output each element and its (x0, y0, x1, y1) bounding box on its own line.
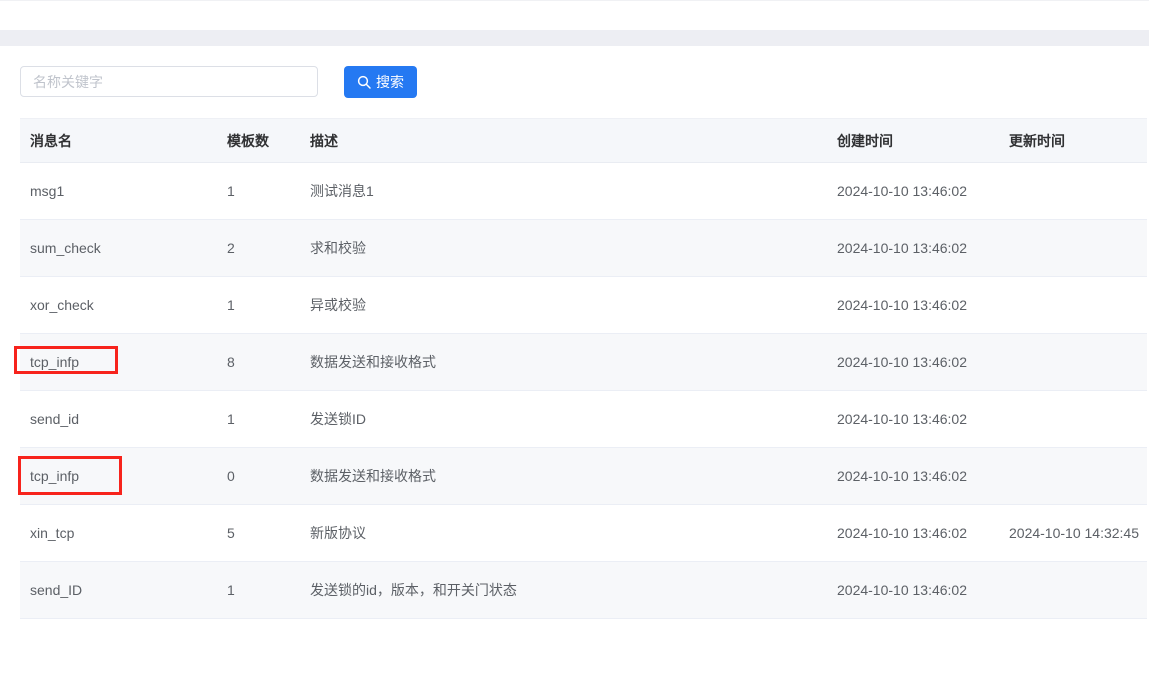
cell-name: tcp_infp (20, 468, 217, 484)
cell-created: 2024-10-10 13:46:02 (827, 354, 999, 370)
cell-name: send_ID (20, 582, 217, 598)
table-row[interactable]: tcp_infp8数据发送和接收格式2024-10-10 13:46:02 (20, 334, 1147, 391)
cell-desc: 测试消息1 (300, 181, 827, 201)
cell-desc: 新版协议 (300, 523, 827, 543)
cell-created: 2024-10-10 13:46:02 (827, 411, 999, 427)
table-row[interactable]: xin_tcp5新版协议2024-10-10 13:46:022024-10-1… (20, 505, 1147, 562)
search-input[interactable] (20, 66, 318, 97)
cell-desc: 异或校验 (300, 295, 827, 315)
cell-name: xin_tcp (20, 525, 217, 541)
message-table: 消息名模板数描述创建时间更新时间 msg11测试消息12024-10-10 13… (20, 118, 1147, 619)
column-header-name: 消息名 (20, 131, 217, 151)
cell-desc: 数据发送和接收格式 (300, 466, 827, 486)
cell-count: 0 (217, 468, 300, 484)
cell-created: 2024-10-10 13:46:02 (827, 525, 999, 541)
cell-count: 1 (217, 411, 300, 427)
cell-count: 1 (217, 297, 300, 313)
table-body: msg11测试消息12024-10-10 13:46:02sum_check2求… (20, 163, 1147, 619)
cell-count: 1 (217, 183, 300, 199)
cell-name: xor_check (20, 297, 217, 313)
column-header-updated: 更新时间 (999, 131, 1147, 151)
cell-name: tcp_infp (20, 354, 217, 370)
cell-count: 5 (217, 525, 300, 541)
cell-count: 8 (217, 354, 300, 370)
cell-desc: 发送锁的id，版本，和开关门状态 (300, 580, 827, 600)
page: 搜索 消息名模板数描述创建时间更新时间 msg11测试消息12024-10-10… (0, 0, 1149, 685)
cell-desc: 数据发送和接收格式 (300, 352, 827, 372)
cell-updated: 2024-10-10 14:32:45 (999, 525, 1147, 541)
table-row[interactable]: xor_check1异或校验2024-10-10 13:46:02 (20, 277, 1147, 334)
top-divider (0, 0, 1149, 1)
table-row[interactable]: sum_check2求和校验2024-10-10 13:46:02 (20, 220, 1147, 277)
cell-created: 2024-10-10 13:46:02 (827, 240, 999, 256)
cell-created: 2024-10-10 13:46:02 (827, 183, 999, 199)
magnifier-icon (357, 75, 371, 89)
column-header-created: 创建时间 (827, 131, 999, 151)
cell-name: send_id (20, 411, 217, 427)
cell-name: msg1 (20, 183, 217, 199)
table-row[interactable]: send_id1发送锁ID2024-10-10 13:46:02 (20, 391, 1147, 448)
cell-created: 2024-10-10 13:46:02 (827, 582, 999, 598)
table-header: 消息名模板数描述创建时间更新时间 (20, 119, 1147, 163)
search-button[interactable]: 搜索 (344, 66, 417, 98)
column-header-desc: 描述 (300, 131, 827, 151)
header-band (0, 30, 1149, 46)
cell-name: sum_check (20, 240, 217, 256)
cell-created: 2024-10-10 13:46:02 (827, 468, 999, 484)
search-button-label: 搜索 (376, 72, 404, 92)
table-row[interactable]: msg11测试消息12024-10-10 13:46:02 (20, 163, 1147, 220)
table-row[interactable]: send_ID1发送锁的id，版本，和开关门状态2024-10-10 13:46… (20, 562, 1147, 619)
cell-created: 2024-10-10 13:46:02 (827, 297, 999, 313)
cell-count: 2 (217, 240, 300, 256)
table-row[interactable]: tcp_infp0数据发送和接收格式2024-10-10 13:46:02 (20, 448, 1147, 505)
table-header-row: 消息名模板数描述创建时间更新时间 (20, 119, 1147, 163)
cell-desc: 发送锁ID (300, 409, 827, 429)
column-header-count: 模板数 (217, 131, 300, 151)
cell-count: 1 (217, 582, 300, 598)
cell-desc: 求和校验 (300, 238, 827, 258)
